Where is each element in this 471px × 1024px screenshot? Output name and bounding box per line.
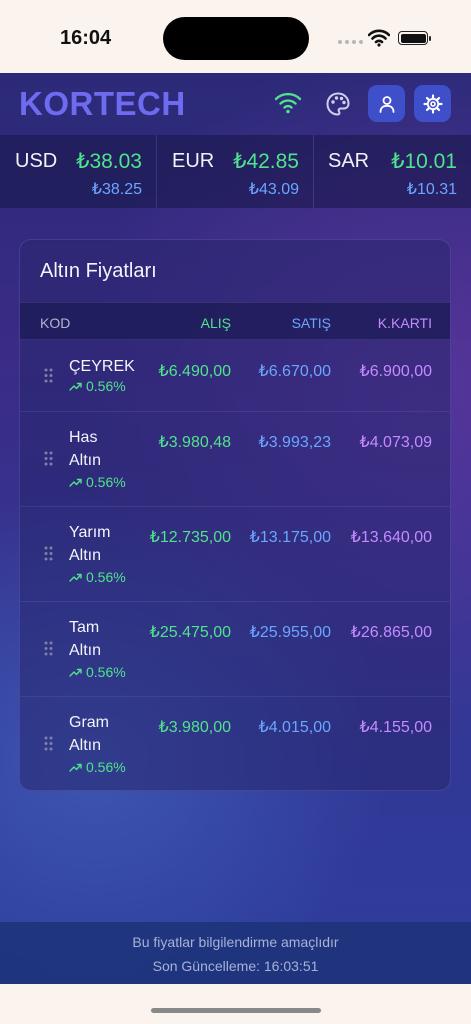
wifi-status-icon — [368, 29, 390, 47]
currency-sell: ₺38.25 — [91, 181, 142, 198]
currency-buy: ₺38.03 — [76, 150, 142, 173]
profile-button[interactable] — [368, 85, 405, 122]
drag-handle-icon[interactable] — [44, 451, 53, 466]
battery-icon — [398, 31, 431, 45]
gold-prices-card: Altın Fiyatları KOD ALIŞ SATIŞ K.KARTI Ç… — [19, 239, 451, 791]
card-title: Altın Fiyatları — [40, 260, 157, 282]
row-satis: ₺6.670,00 — [258, 363, 331, 380]
trend-up-icon — [69, 573, 82, 582]
row-name: Gram Altın — [69, 714, 109, 754]
row-alis: ₺3.980,00 — [158, 719, 231, 736]
trend-up-icon — [69, 382, 82, 391]
row-change: 0.56% — [69, 569, 126, 585]
currency-sar[interactable]: SAR ₺10.01 ₺10.31 — [314, 135, 471, 208]
currency-strip: USD ₺38.03 ₺38.25 EUR ₺42.85 ₺43.09 SAR … — [0, 135, 471, 208]
row-name: ÇEYREK — [69, 358, 135, 375]
row-change: 0.56% — [69, 759, 126, 775]
trend-up-icon — [69, 668, 82, 677]
header-kod: KOD — [40, 315, 71, 331]
currency-code: USD — [15, 150, 58, 172]
header-alis: ALIŞ — [200, 315, 231, 331]
row-satis: ₺4.015,00 — [258, 719, 331, 736]
cellular-signal-icon — [338, 40, 363, 44]
user-icon — [379, 95, 394, 113]
row-satis: ₺25.955,00 — [249, 624, 331, 641]
drag-handle-icon[interactable] — [44, 736, 53, 751]
row-alis: ₺6.490,00 — [158, 363, 231, 380]
row-alis: ₺3.980,48 — [158, 434, 231, 451]
row-kart: ₺6.900,00 — [359, 363, 432, 380]
connection-wifi-icon[interactable] — [274, 91, 302, 115]
header-satis: SATIŞ — [291, 315, 331, 331]
row-change: 0.56% — [69, 474, 126, 490]
row-kart: ₺4.155,00 — [359, 719, 432, 736]
app-screen: KORTECH USD ₺38.03 ₺38.25 EUR ₺42.85 ₺43… — [0, 73, 471, 984]
header-kart: K.KARTI — [377, 315, 432, 331]
table-header: KOD ALIŞ SATIŞ K.KARTI — [20, 302, 450, 340]
row-name: Yarım Altın — [69, 524, 111, 564]
status-time: 16:04 — [60, 27, 112, 49]
trend-up-icon — [69, 478, 82, 487]
row-kart: ₺4.073,09 — [359, 434, 432, 451]
row-kart: ₺13.640,00 — [350, 529, 432, 546]
footer-last-updated: Son Güncelleme: 16:03:51 — [152, 958, 319, 974]
currency-code: EUR — [172, 150, 215, 172]
currency-sell: ₺43.09 — [248, 181, 299, 198]
home-indicator[interactable] — [151, 1008, 321, 1013]
currency-usd[interactable]: USD ₺38.03 ₺38.25 — [0, 135, 157, 208]
dynamic-island — [163, 17, 309, 60]
gear-icon — [422, 93, 443, 114]
settings-button[interactable] — [414, 85, 451, 122]
table-row[interactable]: Yarım Altın 0.56% ₺12.735,00 ₺13.175,00 ₺… — [20, 507, 450, 602]
table-row[interactable]: Has Altın 0.56% ₺3.980,48 ₺3.993,23 ₺4.07… — [20, 412, 450, 507]
home-area — [0, 984, 471, 1024]
row-satis: ₺3.993,23 — [258, 434, 331, 451]
row-name: Has Altın — [69, 429, 102, 469]
footer-disclaimer: Bu fiyatlar bilgilendirme amaçlıdır — [132, 934, 339, 950]
row-alis: ₺12.735,00 — [149, 529, 231, 546]
app-logo: KORTECH — [19, 85, 186, 122]
drag-handle-icon[interactable] — [44, 546, 53, 561]
table-row[interactable]: Tam Altın 0.56% ₺25.475,00 ₺25.955,00 ₺26… — [20, 602, 450, 697]
currency-eur[interactable]: EUR ₺42.85 ₺43.09 — [157, 135, 314, 208]
currency-code: SAR — [328, 150, 370, 172]
status-bar: 16:04 — [0, 0, 471, 73]
row-name: Tam Altın — [69, 619, 102, 659]
row-satis: ₺13.175,00 — [249, 529, 331, 546]
footer: Bu fiyatlar bilgilendirme amaçlıdır Son … — [0, 922, 471, 984]
row-kart: ₺26.865,00 — [350, 624, 432, 641]
app-header: KORTECH — [0, 73, 471, 135]
table-row[interactable]: Gram Altın 0.56% ₺3.980,00 ₺4.015,00 ₺4.1… — [20, 697, 450, 790]
palette-icon[interactable] — [325, 91, 351, 117]
currency-buy: ₺10.01 — [391, 150, 457, 173]
drag-handle-icon[interactable] — [44, 641, 53, 656]
row-change: 0.56% — [69, 378, 126, 394]
drag-handle-icon[interactable] — [44, 368, 53, 383]
currency-buy: ₺42.85 — [233, 150, 299, 173]
currency-sell: ₺10.31 — [406, 181, 457, 198]
trend-up-icon — [69, 763, 82, 772]
row-change: 0.56% — [69, 664, 126, 680]
table-row[interactable]: ÇEYREK 0.56% ₺6.490,00 ₺6.670,00 ₺6.900,… — [20, 341, 450, 412]
row-alis: ₺25.475,00 — [149, 624, 231, 641]
